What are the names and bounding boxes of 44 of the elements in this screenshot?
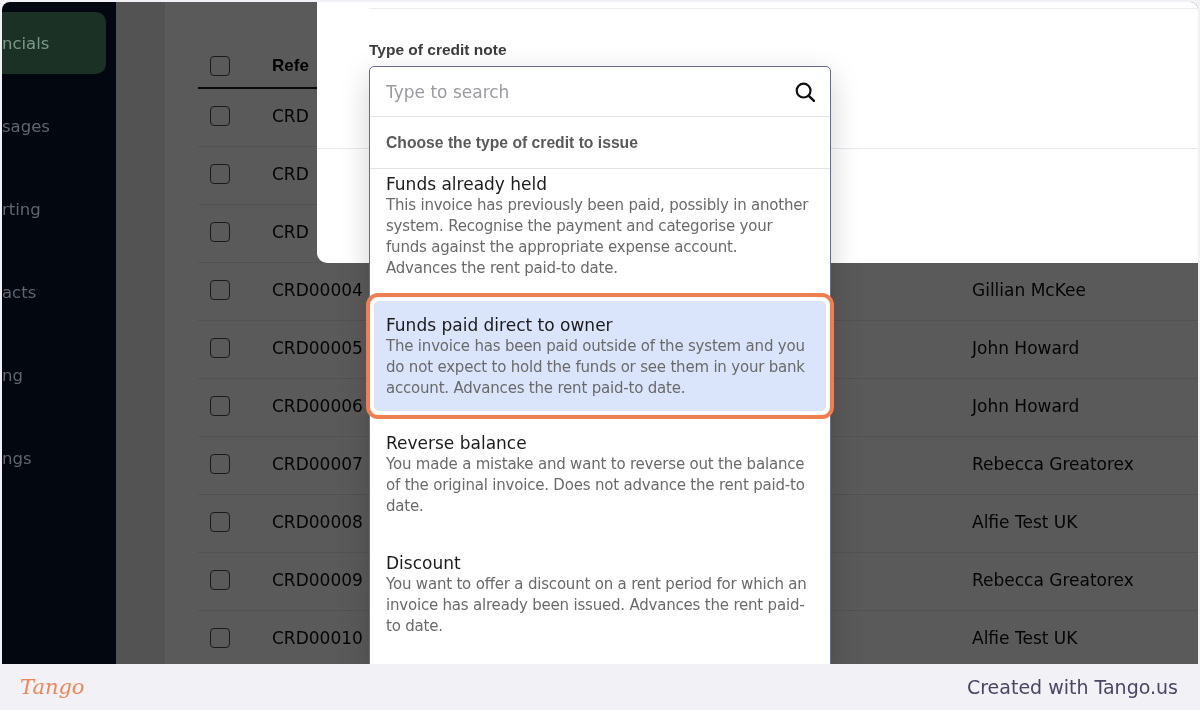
sidebar-item[interactable]: sages [2,95,106,157]
column-header: Refe [272,56,309,76]
table-cell: CRD00007 [272,453,363,474]
field-label: Type of credit note [369,40,507,60]
table-cell: John Howard [972,395,1080,416]
dropdown-option[interactable]: Discount You want to offer a discount on a rent period for which an invoice has already been issued. Advances the rent paid-to date. [370,539,830,659]
checkbox[interactable] [210,511,230,532]
table-cell: Gillian McKee [972,279,1086,300]
sidebar-item[interactable]: ngs [2,427,106,489]
checkbox[interactable] [210,627,230,648]
search-icon[interactable] [795,82,815,102]
checkbox[interactable] [210,163,230,184]
sidebar-item[interactable]: ng [2,344,106,406]
checkbox[interactable] [210,56,230,76]
table-cell: Alfie Test UK [972,627,1078,648]
credit-text: Created with Tango.us [966,676,1178,698]
group-heading: Choose the type of credit to issue [370,117,830,169]
table-cell: Rebecca Greatorex [972,453,1134,474]
checkbox[interactable] [210,569,230,590]
table-cell: CRD00009 [272,569,363,590]
checkbox[interactable] [210,453,230,474]
table-cell: CRD [272,163,309,184]
checkbox[interactable] [210,279,230,300]
table-cell: CRD00004 [272,279,363,300]
table-cell: CRD00005 [272,337,363,358]
checkbox[interactable] [210,221,230,242]
sidebar-item[interactable]: acts [2,261,106,323]
dropdown-option[interactable]: Reverse balance You made a mistake and want to reverse out the balance of the original invoice. Does not advance the rent paid-to date. [370,419,830,539]
sidebar-item[interactable]: rting [2,178,106,240]
logo-text[interactable]: Tango [20,675,85,699]
table-cell: CRD00010 [272,627,363,648]
table-cell: John Howard [972,337,1080,358]
checkbox[interactable] [210,105,230,126]
dropdown-option[interactable]: Funds paid direct to owner The invoice has been paid outside of the system and you do not expect to hold the funds or see them in your bank account. Advances the rent paid-to date. [374,301,826,411]
sidebar-item[interactable]: ncials [2,12,106,74]
table-cell: Alfie Test UK [972,511,1078,532]
checkbox[interactable] [210,395,230,416]
checkbox[interactable] [210,337,230,358]
table-cell: CRD [272,105,309,126]
search-field[interactable]: Type to search [370,67,830,116]
table-cell: CRD00008 [272,511,363,532]
table-cell: CRD [272,221,309,242]
table-cell: CRD00006 [272,395,363,416]
table-cell: Rebecca Greatorex [972,569,1134,590]
